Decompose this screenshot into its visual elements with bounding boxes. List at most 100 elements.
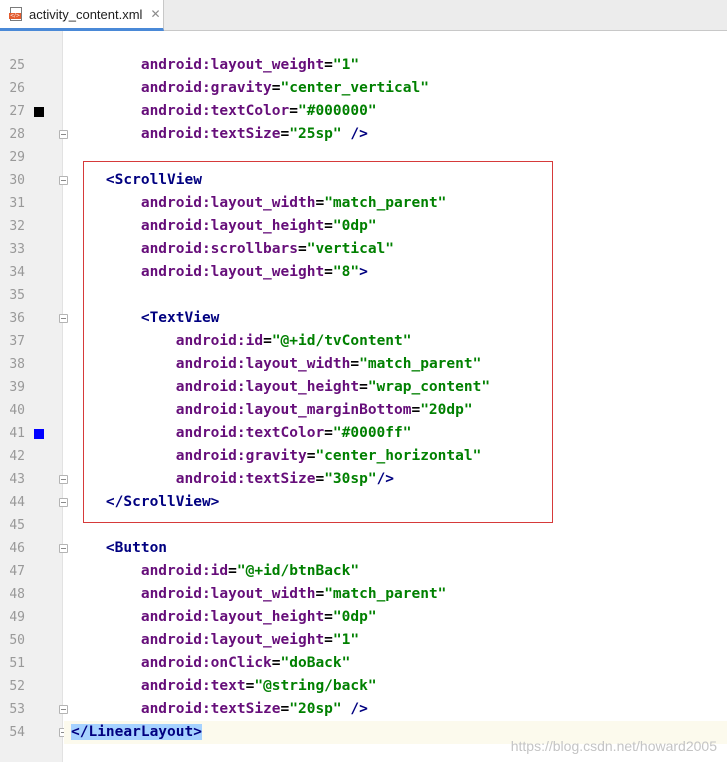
code-line[interactable]: 26 android:gravity="center_vertical"	[0, 77, 727, 100]
code-token: "match_parent"	[324, 586, 447, 602]
code-text[interactable]: android:textSize="30sp"/>	[64, 468, 727, 491]
code-text[interactable]: android:layout_marginBottom="20dp"	[64, 399, 727, 422]
code-line[interactable]: 37 android:id="@+id/tvContent"	[0, 330, 727, 353]
line-number: 48	[9, 587, 25, 602]
code-text[interactable]: <TextView	[64, 307, 727, 330]
code-text[interactable]: android:id="@+id/btnBack"	[64, 560, 727, 583]
code-text[interactable]: android:textSize="25sp" />	[64, 123, 727, 146]
code-line[interactable]: 43 android:textSize="30sp"/>	[0, 468, 727, 491]
code-text[interactable]: android:layout_width="match_parent"	[64, 192, 727, 215]
code-line[interactable]: 36 <TextView	[0, 307, 727, 330]
code-line[interactable]: 39 android:layout_height="wrap_content"	[0, 376, 727, 399]
code-line[interactable]: 35	[0, 284, 727, 307]
code-token: =	[271, 80, 281, 96]
code-editor[interactable]: 25 android:layout_weight="1" 26 android:g…	[0, 54, 727, 744]
tab-activity-content-xml[interactable]: </> activity_content.xml ✕	[0, 0, 164, 31]
code-token: "20sp"	[289, 701, 342, 717]
code-line[interactable]: 40 android:layout_marginBottom="20dp"	[0, 399, 727, 422]
code-line[interactable]: 27 android:textColor="#000000"	[0, 100, 727, 123]
code-text[interactable]: android:layout_width="match_parent"	[64, 583, 727, 606]
code-text[interactable]: android:id="@+id/tvContent"	[64, 330, 727, 353]
code-text[interactable]: android:layout_height="0dp"	[64, 606, 727, 629]
code-token: =	[359, 379, 368, 395]
code-text[interactable]: android:layout_weight="1"	[64, 629, 727, 652]
code-token: android:textColor	[140, 103, 290, 119]
code-line[interactable]: 47 android:id="@+id/btnBack"	[0, 560, 727, 583]
code-text[interactable]	[64, 146, 727, 169]
code-text[interactable]: android:scrollbars="vertical"	[64, 238, 727, 261]
code-line[interactable]: 46 <Button	[0, 537, 727, 560]
code-token: />	[341, 701, 368, 717]
code-text[interactable]: android:gravity="center_horizontal"	[64, 445, 727, 468]
code-text[interactable]: android:layout_height="0dp"	[64, 215, 727, 238]
code-line[interactable]: 33 android:scrollbars="vertical"	[0, 238, 727, 261]
code-text[interactable]	[64, 284, 727, 307]
line-number: 33	[9, 242, 25, 257]
code-token: android:layout_weight	[140, 264, 325, 280]
code-line[interactable]: 41 android:textColor="#0000ff"	[0, 422, 727, 445]
code-token: =	[411, 402, 421, 418]
code-token: =	[324, 632, 333, 648]
code-token: =	[228, 563, 237, 579]
code-token: android:onClick	[140, 655, 272, 671]
code-line[interactable]: 31 android:layout_width="match_parent"	[0, 192, 727, 215]
code-line[interactable]: 44 </ScrollView>	[0, 491, 727, 514]
code-line[interactable]: 50 android:layout_weight="1"	[0, 629, 727, 652]
line-number: 39	[9, 380, 25, 395]
code-token: "wrap_content"	[367, 379, 491, 395]
code-token: "#0000ff"	[332, 425, 412, 441]
code-line[interactable]: 34 android:layout_weight="8">	[0, 261, 727, 284]
code-text[interactable]: android:text="@string/back"	[64, 675, 727, 698]
code-token: android:layout_height	[140, 218, 325, 234]
line-number: 30	[9, 173, 25, 188]
watermark-text: https://blog.csdn.net/howard2005	[510, 738, 717, 754]
code-text[interactable]: android:layout_width="match_parent"	[64, 353, 727, 376]
code-text[interactable]: android:textColor="#000000"	[64, 100, 727, 123]
code-line[interactable]: 53 android:textSize="20sp" />	[0, 698, 727, 721]
code-token: android:text	[140, 678, 246, 694]
code-line[interactable]: 32 android:layout_height="0dp"	[0, 215, 727, 238]
code-token: =	[324, 218, 333, 234]
code-line[interactable]: 25 android:layout_weight="1"	[0, 54, 727, 77]
code-text[interactable]: <Button	[64, 537, 727, 560]
code-line[interactable]: 51 android:onClick="doBack"	[0, 652, 727, 675]
code-token: android:layout_width	[140, 195, 316, 211]
code-token: android:layout_weight	[140, 632, 325, 648]
code-line[interactable]: 45	[0, 514, 727, 537]
code-text[interactable]: android:textSize="20sp" />	[64, 698, 727, 721]
color-swatch-icon[interactable]	[34, 429, 44, 439]
code-line[interactable]: 28 android:textSize="25sp" />	[0, 123, 727, 146]
color-swatch-icon[interactable]	[34, 107, 44, 117]
code-text[interactable]: android:textColor="#0000ff"	[64, 422, 727, 445]
code-token: =	[324, 57, 333, 73]
code-token: =	[263, 333, 272, 349]
code-token: "#000000"	[297, 103, 377, 119]
code-token: <Button	[105, 540, 168, 556]
code-text[interactable]: android:layout_weight="1"	[64, 54, 727, 77]
code-text[interactable]	[64, 514, 727, 537]
code-text[interactable]: android:onClick="doBack"	[64, 652, 727, 675]
code-text[interactable]: android:layout_height="wrap_content"	[64, 376, 727, 399]
code-line[interactable]: 29	[0, 146, 727, 169]
line-number: 34	[9, 265, 25, 280]
line-number: 51	[9, 656, 25, 671]
code-line[interactable]: 30 <ScrollView	[0, 169, 727, 192]
code-text[interactable]: android:layout_weight="8">	[64, 261, 727, 284]
line-number: 45	[9, 518, 25, 533]
code-line[interactable]: 49 android:layout_height="0dp"	[0, 606, 727, 629]
line-number: 41	[9, 426, 25, 441]
code-token: "center_vertical"	[280, 80, 429, 96]
close-icon[interactable]: ✕	[150, 7, 160, 21]
code-line[interactable]: 52 android:text="@string/back"	[0, 675, 727, 698]
code-line[interactable]: 48 android:layout_width="match_parent"	[0, 583, 727, 606]
code-token: "1"	[332, 632, 360, 648]
code-line[interactable]: 42 android:gravity="center_horizontal"	[0, 445, 727, 468]
code-token: "match_parent"	[359, 356, 482, 372]
editor-tab-bar: </> activity_content.xml ✕	[0, 0, 727, 31]
line-number: 29	[9, 150, 25, 165]
code-text[interactable]: </ScrollView>	[64, 491, 727, 514]
code-text[interactable]: <ScrollView	[64, 169, 727, 192]
code-line[interactable]: 38 android:layout_width="match_parent"	[0, 353, 727, 376]
code-text[interactable]: android:gravity="center_vertical"	[64, 77, 727, 100]
code-token: "@+id/btnBack"	[236, 563, 360, 579]
